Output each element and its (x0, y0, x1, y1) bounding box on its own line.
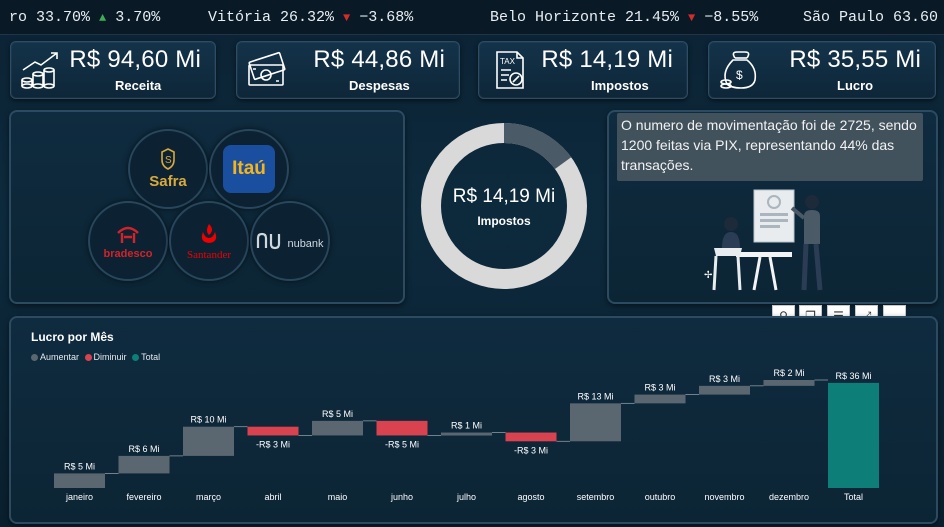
x-tick-label: março (196, 492, 221, 502)
waterfall-bar[interactable] (376, 420, 428, 436)
waterfall-bar[interactable] (828, 382, 879, 488)
x-tick-label: abril (264, 492, 281, 502)
svg-text:✢: ✢ (704, 270, 712, 281)
kpi-label: Despesas (349, 78, 410, 93)
waterfall-bar[interactable] (634, 394, 686, 404)
ticker-item: Belo Horizonte 21.45% ▼ −8.55% (490, 9, 758, 26)
nubank-nu-icon (257, 232, 281, 250)
x-tick-label: setembro (577, 492, 615, 502)
ticker-item: Vitória 26.32% ▼ −3.68% (208, 9, 413, 26)
tax-document-icon: TAX (496, 51, 524, 89)
bradesco-tree-icon (117, 226, 139, 243)
waterfall-bar[interactable] (441, 432, 492, 436)
data-label: -R$ 3 Mi (514, 445, 548, 455)
data-label: R$ 3 Mi (644, 383, 675, 393)
kpi-label: Lucro (837, 78, 874, 93)
x-tick-label: outubro (645, 492, 676, 502)
data-label: R$ 3 Mi (709, 374, 740, 384)
data-label: R$ 13 Mi (577, 391, 613, 401)
meeting-illustration: ✢ (704, 189, 823, 291)
bank-name: Safra (149, 173, 187, 190)
data-label: R$ 1 Mi (451, 421, 482, 431)
donut-segment (503, 123, 572, 170)
x-tick-label: agosto (517, 492, 544, 502)
svg-text:$: $ (736, 68, 743, 82)
waterfall-bar[interactable] (763, 380, 815, 386)
chart-title: Lucro por Mês (31, 330, 114, 344)
svg-text:TAX: TAX (500, 57, 516, 66)
insight-text: O numero de movimentação foi de 2725, se… (617, 113, 923, 181)
kpi-label: Receita (115, 78, 162, 93)
x-tick-label: fevereiro (126, 492, 161, 502)
kpi-label: Impostos (591, 78, 649, 93)
ticker-item-text: ro 33.70% (9, 9, 91, 26)
banks-panel: S Safra Itaú bradesco Santander nubank (9, 110, 405, 304)
data-label: R$ 2 Mi (773, 368, 804, 378)
bank-name: bradesco (103, 247, 153, 260)
data-label: R$ 6 Mi (128, 444, 159, 454)
safra-emblem-icon: S (161, 148, 175, 170)
down-arrow-icon: ▼ (343, 11, 351, 25)
ticker-item-text: São Paulo 63.60 (803, 9, 939, 26)
waterfall-bar[interactable] (312, 420, 363, 436)
waterfall-bar[interactable] (247, 426, 299, 436)
x-tick-label: Total (844, 492, 863, 502)
ticker-item-change: 3.70% (115, 9, 161, 26)
ticker-item: ro 33.70% ▲ 3.70% (9, 9, 160, 26)
nubank-logo[interactable]: nubank (250, 201, 330, 281)
waterfall-bar[interactable] (570, 403, 621, 442)
waterfall-bar[interactable] (699, 385, 750, 395)
news-ticker: ro 33.70% ▲ 3.70% Vitória 26.32% ▼ −3.68… (0, 0, 944, 35)
x-tick-label: novembro (704, 492, 744, 502)
x-tick-label: dezembro (769, 492, 809, 502)
growth-coins-icon (21, 52, 58, 89)
x-tick-label: janeiro (65, 492, 93, 502)
donut-value: R$ 14,19 Mi (452, 186, 556, 207)
bank-name: Itaú (232, 158, 266, 179)
kpi-value: R$ 14,19 Mi (541, 46, 673, 73)
kpi-card-impostos[interactable]: TAX R$ 14,19 Mi Impostos (478, 41, 688, 99)
data-label: -R$ 5 Mi (385, 439, 419, 449)
ticker-item-change: −3.68% (359, 9, 414, 26)
data-label: R$ 10 Mi (190, 415, 226, 425)
itau-logo[interactable]: Itaú (209, 129, 289, 209)
ticker-item-change: −8.55% (704, 9, 759, 26)
svg-text:S: S (165, 155, 172, 166)
data-label: R$ 5 Mi (322, 409, 353, 419)
money-bag-icon: $ (720, 51, 757, 89)
waterfall-chart: R$ 5 Mi janeiro R$ 6 Mi fevereiro R$ 10 Mi ma… (54, 368, 879, 502)
safra-logo[interactable]: S Safra (128, 129, 208, 209)
ticker-item-text: Vitória 26.32% (208, 9, 335, 26)
kpi-card-receita[interactable]: R$ 94,60 Mi Receita (10, 41, 216, 99)
waterfall-bar[interactable] (505, 432, 557, 442)
bank-name: nubank (287, 238, 324, 250)
data-label: -R$ 3 Mi (256, 439, 290, 449)
waterfall-bar[interactable] (118, 455, 170, 474)
x-tick-label: maio (328, 492, 348, 502)
kpi-value: R$ 35,55 Mi (789, 46, 921, 73)
kpi-value: R$ 44,86 Mi (313, 46, 445, 73)
x-tick-label: junho (390, 492, 413, 502)
donut-label: Impostos (477, 214, 531, 228)
ticker-item-text: Belo Horizonte 21.45% (490, 9, 680, 26)
money-bill-icon (248, 51, 286, 86)
santander-logo[interactable]: Santander (169, 201, 249, 281)
kpi-card-despesas[interactable]: R$ 44,86 Mi Despesas (236, 41, 460, 99)
bank-name: Santander (187, 248, 231, 261)
kpi-card-lucro[interactable]: $ R$ 35,55 Mi Lucro (708, 41, 936, 99)
kpi-value: R$ 94,60 Mi (69, 46, 201, 73)
ticker-item: São Paulo 63.60 (803, 9, 938, 26)
up-arrow-icon: ▲ (99, 11, 107, 25)
santander-flame-icon (201, 223, 217, 243)
waterfall-bar[interactable] (183, 426, 234, 456)
x-tick-label: julho (456, 492, 476, 502)
data-label: R$ 5 Mi (64, 461, 95, 471)
bradesco-logo[interactable]: bradesco (88, 201, 168, 281)
waterfall-bar[interactable] (54, 473, 105, 488)
data-label: R$ 36 Mi (835, 371, 871, 381)
down-arrow-icon: ▼ (688, 11, 696, 25)
